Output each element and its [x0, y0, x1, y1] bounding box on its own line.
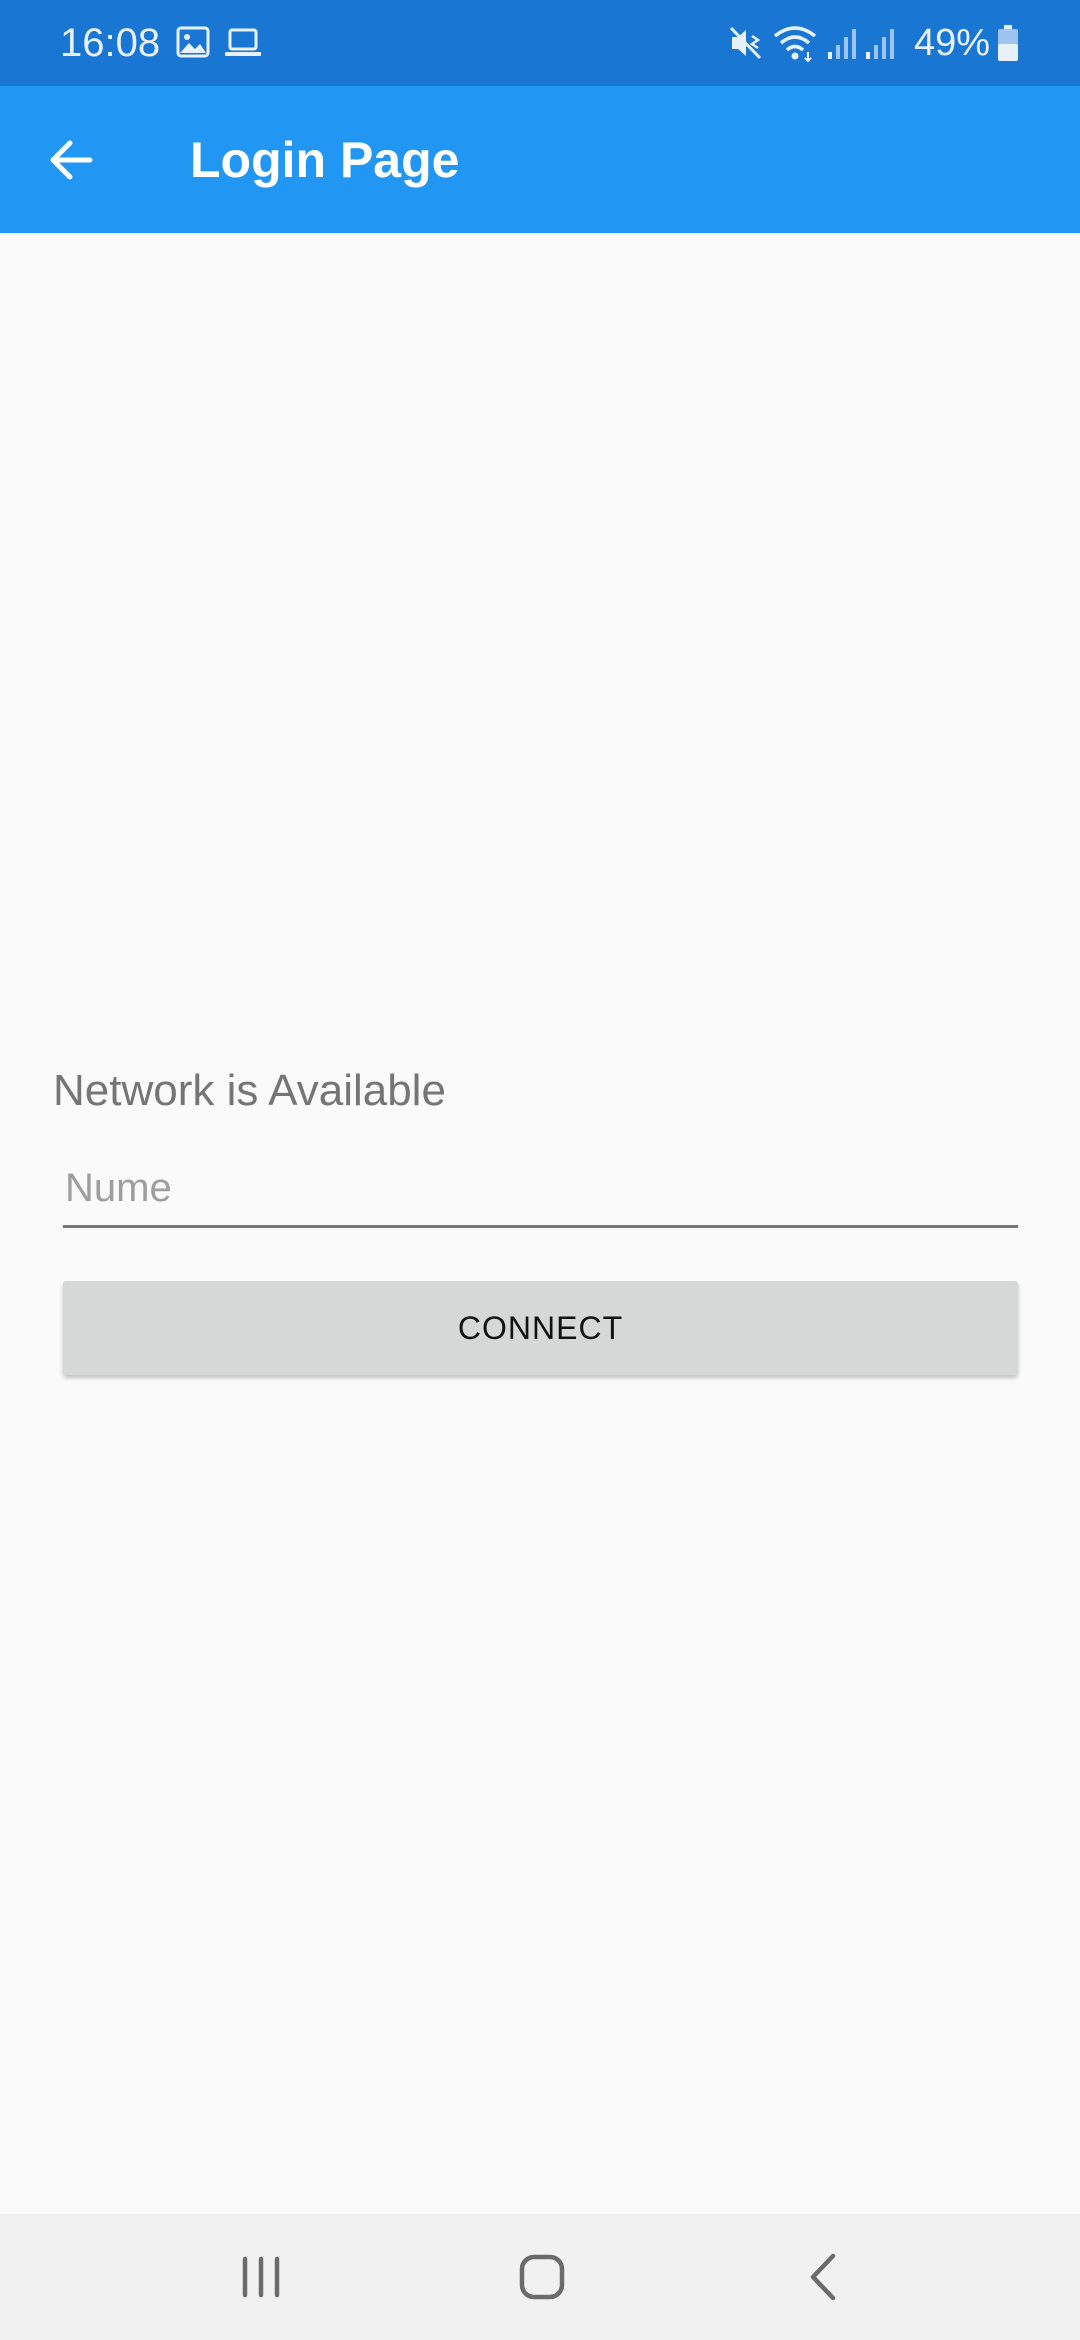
signal-icon [828, 29, 856, 59]
name-input[interactable] [63, 1160, 1018, 1228]
status-time: 16:08 [60, 21, 161, 65]
connect-button[interactable]: CONNECT [63, 1281, 1018, 1375]
navigation-bar [0, 2214, 1080, 2340]
home-icon[interactable] [507, 2242, 577, 2312]
mute-vibrate-icon [729, 26, 762, 60]
laptop-icon [225, 28, 261, 56]
wifi-icon [773, 26, 817, 62]
page-title: Login Page [190, 132, 460, 188]
gallery-icon [176, 26, 210, 58]
back-icon[interactable] [789, 2242, 859, 2312]
status-bar: 16:08 49% [0, 0, 1080, 86]
network-status-label: Network is Available [53, 1066, 446, 1115]
app-bar: Login Page [0, 86, 1080, 233]
recent-apps-icon[interactable] [226, 2242, 296, 2312]
battery-icon [998, 25, 1018, 61]
screen: 16:08 49% Login Page Network is Availabl… [0, 0, 1080, 2340]
signal-icon-2 [866, 29, 894, 59]
battery-percent: 49% [914, 22, 991, 64]
arrow-left-icon[interactable] [42, 130, 102, 190]
